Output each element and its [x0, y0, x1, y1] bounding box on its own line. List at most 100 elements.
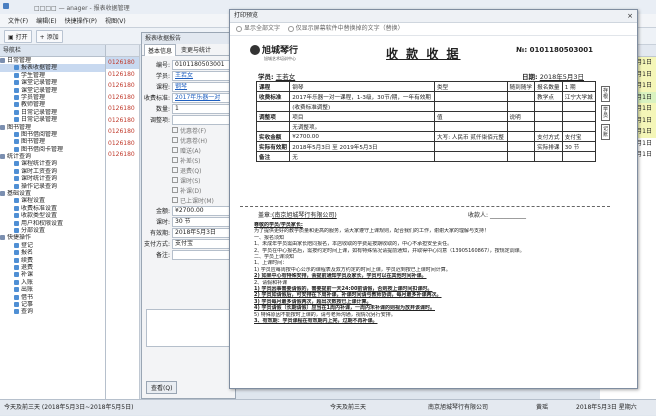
sidebar-item[interactable]: 图书借阅卡管理: [0, 146, 105, 153]
sidebar-item[interactable]: 课程设置: [0, 197, 105, 204]
sidebar-item[interactable]: 教师管理: [0, 101, 105, 108]
sidebar-item[interactable]: 登记: [0, 242, 105, 249]
field-input[interactable]: 王若女: [172, 70, 235, 81]
sidebar-item[interactable]: 图书借阅管理: [0, 131, 105, 138]
sidebar-item[interactable]: 报表收据管理: [0, 64, 105, 72]
field-input[interactable]: [172, 249, 235, 260]
sidebar-item[interactable]: 学员管理: [0, 94, 105, 101]
tab-basic-info[interactable]: 基本信息: [144, 43, 177, 56]
menu-quick[interactable]: 快捷操作(P): [65, 16, 97, 25]
field-input[interactable]: 0101180503001: [172, 59, 235, 70]
navigation-sidebar: 导航栏 日常管理 报表收据管理 学生管理 课堂记录管理 课堂记录管理 学员管理 教师管理 日常…: [0, 45, 106, 399]
open-button[interactable]: ▣ 打开: [4, 29, 32, 43]
item-icon: [14, 102, 19, 108]
radio-show-all[interactable]: [236, 25, 242, 32]
table-cell: 类型: [434, 81, 508, 92]
list-item[interactable]: 0126180: [106, 92, 139, 104]
close-icon[interactable]: ×: [627, 10, 633, 22]
sidebar-item[interactable]: 续费: [0, 257, 105, 264]
table-cell: 调整项: [255, 111, 291, 122]
sidebar-item[interactable]: 课时统计查询: [0, 175, 105, 182]
list-item[interactable]: 0126180: [106, 80, 139, 92]
adjust-checkbox[interactable]: 补课(D): [142, 185, 235, 195]
remark-textarea[interactable]: [146, 309, 232, 347]
field-input[interactable]: 钢琴: [172, 81, 235, 92]
sidebar-item[interactable]: 收费标准设置: [0, 205, 105, 212]
field-label: 编号:: [155, 62, 170, 69]
logo-mark-icon: [250, 44, 260, 55]
print-preview-window: 打印预览 × 显示全部文字 仅显示屏幕软件中替换掉的文字（替换） 旭城琴行 旭城…: [229, 9, 638, 389]
field-input[interactable]: ¥2700.00: [172, 205, 235, 216]
sidebar-item[interactable]: 出账: [0, 286, 105, 293]
adjust-checkbox[interactable]: 已上课时(M): [142, 195, 235, 205]
list-item[interactable]: 0126180: [106, 149, 139, 161]
adjust-checkbox[interactable]: 优惠卷(F): [142, 125, 235, 135]
copy-label: 学员: [601, 105, 610, 121]
plus-icon: +: [39, 33, 45, 41]
sidebar-item[interactable]: 用户和权限设置: [0, 220, 105, 227]
sidebar-item[interactable]: 退费: [0, 264, 105, 271]
list-item[interactable]: 0126180: [106, 103, 139, 115]
sidebar-item[interactable]: 日常记录管理: [0, 116, 105, 123]
field-input[interactable]: 2018年5月3日: [172, 227, 235, 238]
sidebar-item[interactable]: 记事: [0, 301, 105, 308]
adjust-checkbox[interactable]: 补差(S): [142, 155, 235, 165]
table-cell: [506, 91, 536, 102]
sidebar-item[interactable]: 报名: [0, 249, 105, 256]
table-cell: 江宁大学城: [561, 91, 597, 102]
adjust-checkbox[interactable]: 赠送(A): [142, 145, 235, 155]
field-input[interactable]: [172, 114, 235, 125]
sidebar-item[interactable]: 查询: [0, 308, 105, 315]
field-label: 学员:: [155, 73, 170, 80]
query-button[interactable]: 查看(Q): [146, 381, 178, 394]
sidebar-item[interactable]: 快捷操作: [0, 234, 105, 241]
form-field-row: 有效期: 2018年5月3日: [142, 227, 235, 238]
sidebar-item[interactable]: 课堂记录管理: [0, 87, 105, 94]
sidebar-item[interactable]: 课时工资查询: [0, 168, 105, 175]
list-item[interactable]: 0126180: [106, 57, 139, 69]
adjust-checkbox[interactable]: 退费(Q): [142, 165, 235, 175]
sidebar-item[interactable]: 课程统计查询: [0, 160, 105, 167]
table-row: 无调整项。: [255, 121, 597, 132]
adjust-checkbox[interactable]: 课时(S): [142, 175, 235, 185]
list-item[interactable]: 0126180: [106, 126, 139, 138]
table-cell: [561, 101, 597, 112]
copy-label: 存根: [601, 86, 610, 102]
sidebar-item[interactable]: 收款类型设置: [0, 212, 105, 219]
sidebar-item[interactable]: 课堂记录管理: [0, 79, 105, 86]
item-icon: [14, 183, 19, 189]
sidebar-item[interactable]: 图书管理: [0, 124, 105, 131]
sidebar-item[interactable]: 日常记录管理: [0, 109, 105, 116]
field-label: 备注:: [155, 252, 170, 259]
sidebar-item[interactable]: 入账: [0, 279, 105, 286]
sidebar-item[interactable]: 图书管理: [0, 138, 105, 145]
sidebar-item[interactable]: 日常管理: [0, 57, 105, 64]
form-title: 报表收据报告: [142, 33, 235, 44]
item-icon: [14, 272, 19, 278]
field-input[interactable]: 2017年乐器一对: [172, 92, 235, 103]
field-input[interactable]: 支付宝: [172, 238, 235, 249]
form-field-row: 备注:: [142, 249, 235, 260]
menu-file[interactable]: 文件(F): [8, 16, 28, 25]
sidebar-item[interactable]: 基础设置: [0, 190, 105, 197]
sidebar-item[interactable]: 分部设置: [0, 227, 105, 234]
field-input[interactable]: 30 节: [172, 216, 235, 227]
table-row: (收费标准调整): [255, 101, 597, 112]
list-item[interactable]: 0126180: [106, 115, 139, 127]
sidebar-item[interactable]: 操作记录查询: [0, 183, 105, 190]
tab-changes[interactable]: 变更与统计: [178, 44, 214, 55]
list-item[interactable]: 0126180: [106, 138, 139, 150]
add-button[interactable]: + 添加: [35, 29, 63, 43]
sidebar-item[interactable]: 补课: [0, 271, 105, 278]
list-item[interactable]: 0126180: [106, 69, 139, 81]
menu-edit[interactable]: 编辑(E): [36, 16, 56, 25]
menu-view[interactable]: 视图(V): [105, 16, 126, 25]
radio-show-replaced[interactable]: [287, 25, 294, 32]
item-icon: [14, 250, 19, 256]
adjust-checkbox[interactable]: 优惠卷(H): [142, 135, 235, 145]
sidebar-item[interactable]: 统计查询: [0, 153, 105, 160]
sidebar-item[interactable]: 借书: [0, 294, 105, 301]
sidebar-item[interactable]: 学生管理: [0, 72, 105, 79]
field-input[interactable]: 1: [172, 103, 235, 114]
status-date: 2018年5月3日 星期六: [576, 404, 637, 411]
